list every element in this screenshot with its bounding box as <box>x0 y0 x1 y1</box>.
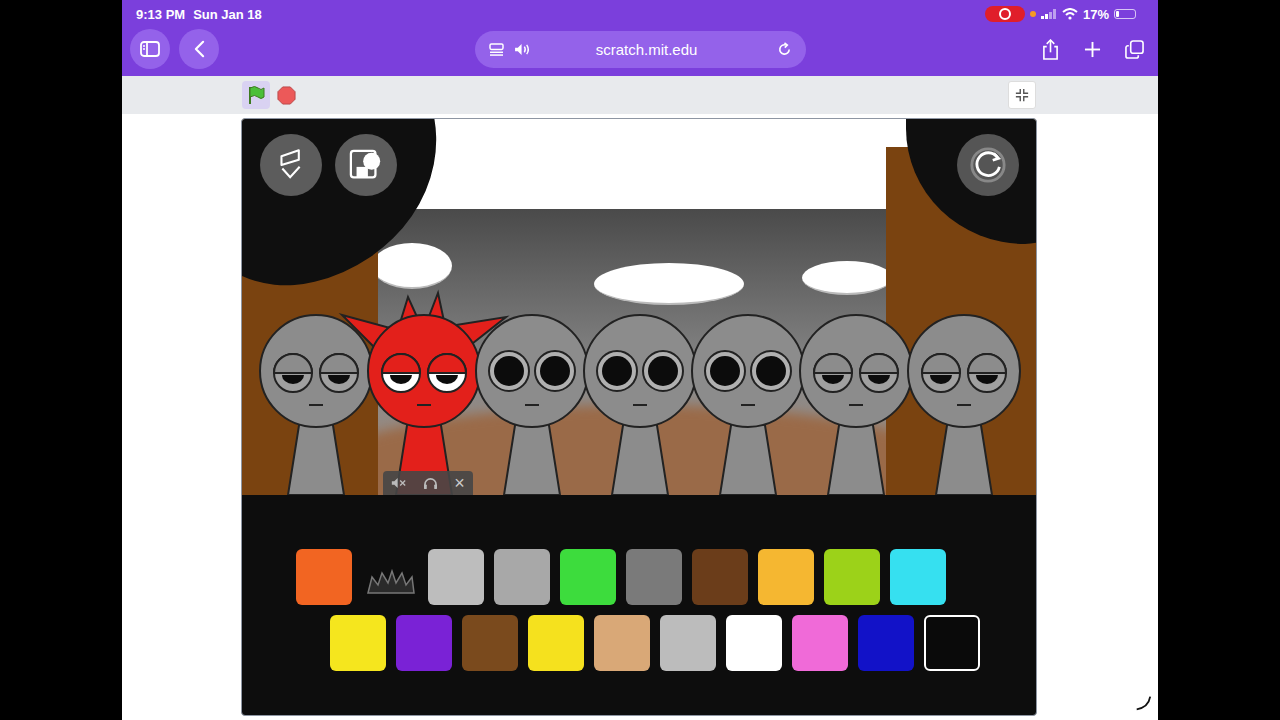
sound-icon[interactable] <box>726 615 782 671</box>
reset-icon <box>969 146 1007 184</box>
character-figure[interactable] <box>256 311 376 495</box>
record-mix-icon <box>349 148 383 182</box>
battery-percent: 17% <box>1083 7 1109 22</box>
record-button[interactable] <box>335 134 397 196</box>
cloud <box>594 263 744 305</box>
spiky-icon <box>362 549 418 605</box>
project-stage: × <box>241 118 1037 716</box>
remove-button[interactable]: × <box>454 474 465 492</box>
battery-icon <box>1114 9 1136 19</box>
share-icon <box>1042 39 1059 60</box>
sound-icon[interactable] <box>594 615 650 671</box>
character[interactable] <box>262 311 370 495</box>
sidebar-button[interactable] <box>130 29 170 69</box>
character-figure[interactable] <box>472 311 592 495</box>
status-time: 9:13 PM <box>136 7 185 22</box>
recording-indicator-icon[interactable] <box>985 6 1025 22</box>
sound-icon[interactable] <box>296 549 352 605</box>
sound-icon[interactable] <box>528 615 584 671</box>
sound-icon[interactable] <box>824 549 880 605</box>
sound-icon[interactable] <box>494 549 550 605</box>
back-button[interactable] <box>179 29 219 69</box>
character[interactable] <box>802 311 910 495</box>
character[interactable] <box>694 311 802 495</box>
reload-icon[interactable] <box>777 42 792 57</box>
palette-row <box>242 615 1036 671</box>
mute-icon[interactable] <box>391 477 406 489</box>
tabs-icon <box>1125 40 1144 59</box>
green-flag-icon <box>246 85 266 105</box>
green-flag-button[interactable] <box>242 81 270 109</box>
back-chevron-icon <box>194 40 205 58</box>
sound-icon[interactable] <box>362 549 418 605</box>
new-tab-button[interactable] <box>1076 31 1108 67</box>
tabs-button[interactable] <box>1118 31 1150 67</box>
cloud <box>372 243 452 289</box>
exit-fullscreen-icon <box>1015 88 1029 102</box>
status-date: Sun Jan 18 <box>193 7 262 22</box>
address-bar[interactable]: scratch.mit.edu <box>475 31 806 68</box>
character-figure[interactable] <box>904 311 1024 495</box>
sound-icon[interactable] <box>626 549 682 605</box>
speaker-icon[interactable] <box>514 43 531 56</box>
url-text[interactable]: scratch.mit.edu <box>541 41 767 58</box>
hide-ui-button[interactable] <box>260 134 322 196</box>
shield-check-icon <box>278 147 304 183</box>
character[interactable] <box>910 311 1018 495</box>
sound-icon[interactable] <box>924 615 980 671</box>
palette-row <box>242 549 1036 605</box>
ipad-screen: 9:13 PM Sun Jan 18 17% scratch.mit.edu × <box>122 0 1158 720</box>
sound-icon[interactable] <box>692 549 748 605</box>
wifi-icon <box>1062 8 1078 20</box>
character-figure[interactable] <box>796 311 916 495</box>
character-figure[interactable] <box>580 311 700 495</box>
cloud <box>802 261 892 295</box>
character[interactable] <box>478 311 586 495</box>
safari-top-bar: 9:13 PM Sun Jan 18 17% scratch.mit.edu <box>122 0 1158 76</box>
character-figure[interactable] <box>688 311 808 495</box>
page-content: × <box>122 114 1158 720</box>
sound-icon[interactable] <box>330 615 386 671</box>
stop-icon <box>277 86 296 105</box>
character-mixer-bar: × <box>383 471 473 495</box>
signal-icon <box>1041 9 1057 19</box>
game-scene: × <box>242 119 1036 495</box>
sound-icon[interactable] <box>462 615 518 671</box>
reset-button[interactable] <box>957 134 1019 196</box>
exit-fullscreen-button[interactable] <box>1008 81 1036 109</box>
reader-icon[interactable] <box>489 43 504 56</box>
sound-icon[interactable] <box>758 549 814 605</box>
scratch-controls <box>122 76 1158 114</box>
plus-icon <box>1084 41 1101 58</box>
sound-palette <box>242 495 1036 715</box>
sound-icon[interactable] <box>560 549 616 605</box>
sound-icon[interactable] <box>890 549 946 605</box>
loading-icon <box>1134 694 1152 712</box>
sound-icon[interactable] <box>858 615 914 671</box>
sound-icon[interactable] <box>396 615 452 671</box>
status-bar: 9:13 PM Sun Jan 18 17% <box>122 0 1158 28</box>
share-button[interactable] <box>1034 31 1066 67</box>
stop-button[interactable] <box>272 81 300 109</box>
character[interactable] <box>586 311 694 495</box>
headphones-icon[interactable] <box>423 477 438 490</box>
browser-toolbar: scratch.mit.edu <box>122 28 1158 76</box>
sound-icon[interactable] <box>428 549 484 605</box>
sound-icon[interactable] <box>792 615 848 671</box>
character[interactable] <box>370 311 478 495</box>
character-row <box>262 311 1018 495</box>
character-figure[interactable] <box>364 311 484 495</box>
privacy-dot-icon <box>1030 11 1036 17</box>
sidebar-icon <box>140 41 160 57</box>
sound-icon[interactable] <box>660 615 716 671</box>
